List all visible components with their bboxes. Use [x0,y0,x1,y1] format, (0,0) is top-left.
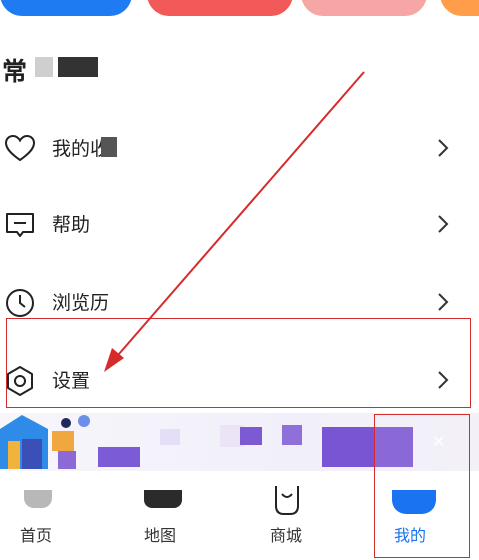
annotation-arrow [104,71,365,372]
